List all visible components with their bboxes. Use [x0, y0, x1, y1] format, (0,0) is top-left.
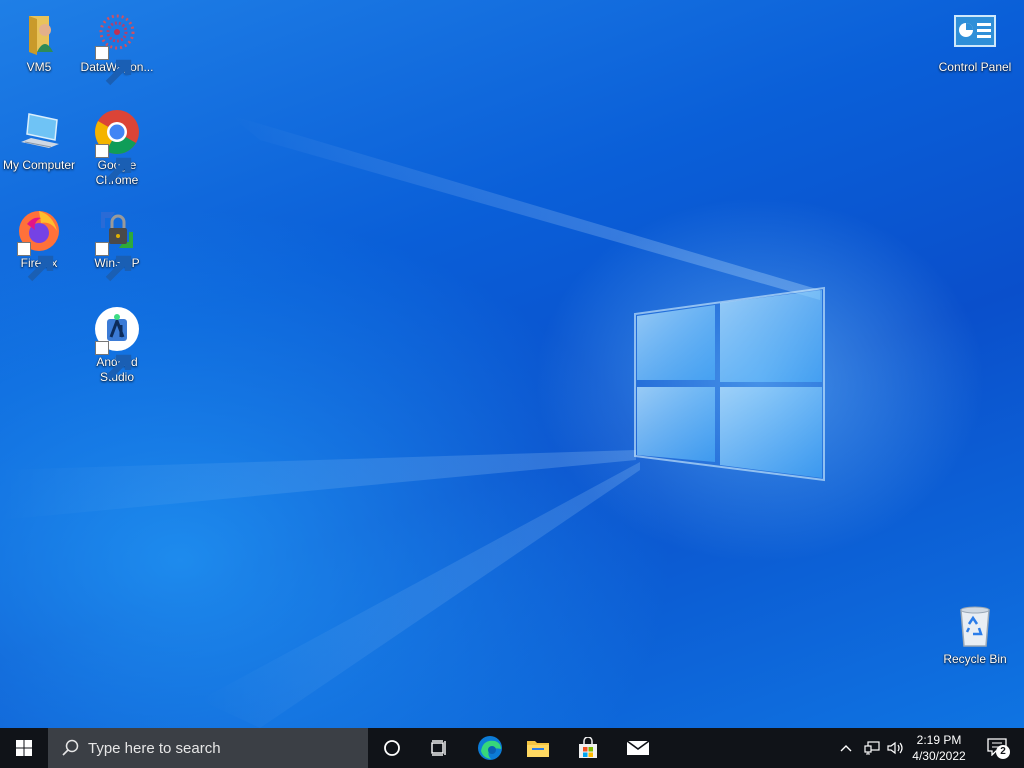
chevron-up-icon: [840, 745, 852, 752]
network-icon: [864, 741, 880, 755]
taskbar-microsoft-store[interactable]: [564, 728, 612, 768]
network-button[interactable]: [860, 728, 884, 768]
notification-wrapper: 2: [987, 737, 1010, 759]
windows-logo-icon: [16, 740, 32, 756]
start-button[interactable]: [0, 728, 48, 768]
desktop-icon-android-studio[interactable]: Android Studio: [78, 305, 156, 385]
icon-label: Recycle Bin: [943, 652, 1007, 666]
desktop-icon-control-panel[interactable]: Control Panel: [936, 10, 1014, 75]
taskbar: Type here to search 2:19 PM 4/30/2022 2: [0, 728, 1024, 768]
cortana-button[interactable]: [368, 728, 416, 768]
cortana-icon: [384, 740, 400, 756]
task-view-button[interactable]: [416, 728, 464, 768]
clock[interactable]: 2:19 PM 4/30/2022: [910, 728, 968, 768]
action-center-button[interactable]: 2: [978, 728, 1018, 768]
desktop-icon-datawagon[interactable]: DataWagon...: [78, 10, 156, 86]
desktop-icon-vm5[interactable]: VM5: [0, 10, 78, 75]
search-placeholder: Type here to search: [88, 739, 221, 757]
shortcut-arrow-icon: [17, 242, 54, 282]
desktop-icon-recycle-bin[interactable]: Recycle Bin: [936, 602, 1014, 667]
desktop-icon-firefox[interactable]: Firefox: [0, 206, 78, 282]
search-icon: [62, 739, 79, 756]
icon-label: Control Panel: [938, 60, 1012, 74]
mail-icon: [626, 740, 650, 755]
taskbar-search-box[interactable]: Type here to search: [48, 728, 368, 768]
desktop-icon-google-chrome[interactable]: Google Chrome: [78, 108, 156, 188]
task-view-icon: [431, 740, 446, 756]
clock-time: 2:19 PM: [916, 733, 962, 747]
notification-count-badge: 2: [996, 745, 1010, 759]
edge-icon: [478, 736, 502, 760]
shortcut-arrow-icon: [95, 242, 132, 282]
shortcut-arrow-icon: [95, 46, 132, 86]
taskbar-edge[interactable]: [466, 728, 514, 768]
speaker-icon: [887, 741, 903, 755]
file-explorer-icon: [527, 741, 549, 757]
desktop[interactable]: VM5 DataWagon... My Computer Google Chro…: [0, 0, 1024, 728]
recycle-bin-icon: [960, 606, 990, 647]
shortcut-arrow-icon: [95, 144, 132, 184]
desktop-icon-my-computer[interactable]: My Computer: [0, 108, 78, 173]
taskbar-file-explorer[interactable]: [514, 728, 562, 768]
taskbar-mail[interactable]: [614, 728, 662, 768]
computer-icon: [21, 113, 59, 148]
clock-date: 4/30/2022: [912, 749, 966, 763]
shortcut-arrow-icon: [95, 341, 132, 381]
microsoft-store-icon: [579, 737, 597, 758]
control-panel-icon: [954, 15, 996, 47]
volume-button[interactable]: [884, 728, 908, 768]
show-hidden-icons-button[interactable]: [836, 728, 856, 768]
icon-label: VM5: [26, 60, 52, 74]
icon-label: My Computer: [2, 158, 76, 172]
desktop-icon-winscp[interactable]: WinSCP: [78, 206, 156, 282]
user-folder-icon: [29, 16, 53, 55]
